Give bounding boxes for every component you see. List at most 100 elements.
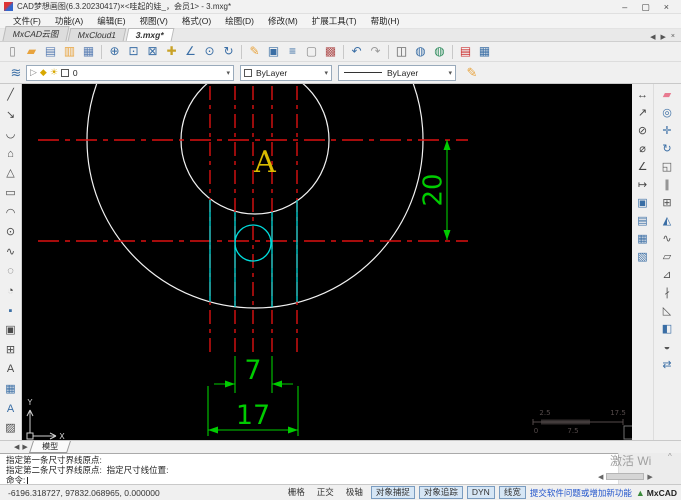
model-tab[interactable]: 模型 [28,441,71,453]
web-publish-icon[interactable]: ◍ [430,43,449,60]
draw-pencil-icon[interactable]: ✎ [245,43,264,60]
revolve-icon[interactable]: ◒ [664,338,671,356]
draw-point-icon[interactable]: ▪ [9,302,13,322]
drawing-canvas[interactable]: A 20 7 17 Y X 2.5 17.5 0 7.5 [22,0,638,441]
palette-icon[interactable]: ▩ [321,43,340,60]
expand-caret-icon[interactable]: ^ [668,452,672,461]
draw-hatch-icon[interactable]: ▨ [5,419,15,439]
dim-quick-icon[interactable]: ↦ [638,176,647,194]
toggle-grid[interactable]: 栅格 [284,487,309,498]
draw-insert-block-icon[interactable]: ⊞ [6,341,15,361]
redo-icon[interactable]: ↷ [366,43,385,60]
draw-line-icon[interactable]: ╱ [7,86,14,106]
menu-item[interactable]: 格式(O) [175,15,218,27]
menu-item[interactable]: 扩展工具(T) [305,15,364,27]
draw-ellipse-arc-icon[interactable]: ◔ [7,282,14,302]
offset-icon[interactable]: ∥ [664,176,670,194]
spline-edit-icon[interactable]: ∿ [662,230,671,248]
draw-ellipse-icon[interactable]: ◌ [7,262,14,282]
toggle-ortho[interactable]: 正交 [313,487,338,498]
layers-icon[interactable]: ≋ [6,64,26,82]
draw-image-icon[interactable]: ▦ [5,380,15,400]
zoom-scale-icon[interactable]: ⊠ [143,43,162,60]
tab-3mxg[interactable]: 3.mxg* [125,28,174,41]
dim-style-icon[interactable]: ▧ [637,248,647,266]
draw-mtext-icon[interactable]: A [7,400,14,420]
toggle-lineweight[interactable]: 线宽 [498,486,526,499]
draw-circle-icon[interactable]: ⊙ [6,223,15,243]
pan-icon[interactable]: ✚ [162,43,181,60]
maximize-button[interactable]: ▢ [641,1,650,13]
save-as-icon[interactable]: ▦ [79,43,98,60]
zoom-object-icon[interactable]: ⊙ [200,43,219,60]
dim-update-icon[interactable]: ▦ [637,230,647,248]
menu-item[interactable]: 修改(M) [261,15,305,27]
zoom-in-icon[interactable]: ⊕ [105,43,124,60]
tab-mxcloud1[interactable]: MxCloud1 [67,28,127,41]
copy-icon[interactable]: ◎ [662,104,672,122]
web-icon[interactable]: ◍ [411,43,430,60]
layer-select[interactable]: ▷ ◆ ☀ 0 ▾ [26,64,234,81]
draw-block-icon[interactable]: ▣ [5,321,15,341]
join-icon[interactable]: ⇄ [662,356,671,374]
move-icon[interactable]: ✛ [662,122,671,140]
tab-close-icon[interactable]: × [671,33,675,41]
linetype-select[interactable]: ByLayer ▾ [338,64,456,81]
dim-angular-icon[interactable]: ∠ [638,158,648,176]
feedback-link[interactable]: 提交软件问题或增加新功能 [530,487,632,499]
open-file-icon[interactable]: ▰ [22,43,41,60]
toggle-otrack[interactable]: 对象追踪 [418,486,463,499]
dim-diameter-icon[interactable]: ⌀ [639,140,646,158]
undo-icon[interactable]: ↶ [347,43,366,60]
command-window[interactable]: 指定第一条尺寸界线原点: 指定第二条尺寸界线原点: 指定尺寸线位置: 命令: [0,453,681,485]
command-scrollbar[interactable]: ◀ ▶ [598,472,678,481]
tab-prev-icon[interactable]: ◀ [650,33,655,41]
dim-edit-icon[interactable]: ▣ [637,194,647,212]
dim-radius-icon[interactable]: ⊘ [638,122,647,140]
layout-next-icon[interactable]: ▶ [22,443,27,451]
ucs-icon[interactable]: ∠ [181,43,200,60]
save-icon[interactable]: ▤ [41,43,60,60]
draw-text-icon[interactable]: A [7,360,14,380]
dim-text-edit-icon[interactable]: ▤ [637,212,647,230]
draw-xline-icon[interactable]: ↘ [6,106,15,126]
dim-linear-icon[interactable]: ↔ [637,86,648,104]
toggle-dyn[interactable]: DYN [466,486,495,499]
text-style-icon[interactable]: ▢ [302,43,321,60]
close-button[interactable]: × [664,1,669,13]
scroll-right-icon[interactable]: ▶ [647,473,652,481]
toggle-polar[interactable]: 极轴 [342,487,367,498]
scroll-left-icon[interactable]: ◀ [598,473,603,481]
menu-item[interactable]: 帮助(H) [364,15,407,27]
minimize-button[interactable]: – [622,1,627,13]
box-3d-icon[interactable]: ◧ [662,320,672,338]
scale-icon[interactable]: ◱ [662,158,672,176]
erase-icon[interactable]: ▰ [663,86,671,104]
array-icon[interactable]: ⊞ [662,194,671,212]
draw-arc-icon[interactable]: ◠ [6,204,16,224]
draw-polygon2-icon[interactable]: △ [6,164,14,184]
draw-polygon-icon[interactable]: ⌂ [7,145,14,165]
orbit-icon[interactable]: ↻ [219,43,238,60]
new-file-icon[interactable]: ▯ [3,43,22,60]
tab-mxcad-cloud[interactable]: MxCAD云图 [2,26,70,41]
break-icon[interactable]: ∤ [664,284,670,302]
draworder-pencil-icon[interactable]: ✎ [462,64,482,82]
trim-icon[interactable]: ▱ [663,248,671,266]
layer-manager-icon[interactable]: ≡ [283,43,302,60]
tab-next-icon[interactable]: ▶ [661,33,666,41]
open-folder-icon[interactable]: ▥ [60,43,79,60]
draw-rectangle-icon[interactable]: ▭ [5,184,15,204]
draw-spline-icon[interactable]: ∿ [6,243,15,263]
chamfer-icon[interactable]: ◺ [663,302,671,320]
zoom-extents-icon[interactable]: ⊡ [124,43,143,60]
color-select[interactable]: ByLayer ▾ [240,64,332,81]
rotate-icon[interactable]: ↻ [662,140,671,158]
image-export-icon[interactable]: ▦ [475,43,494,60]
toggle-osnap[interactable]: 对象捕捉 [370,486,415,499]
mirror-icon[interactable]: ◭ [663,212,671,230]
extend-icon[interactable]: ⊿ [662,266,671,284]
pdf-export-icon[interactable]: ▤ [456,43,475,60]
properties-icon[interactable]: ▣ [264,43,283,60]
menu-item[interactable]: 绘图(D) [218,15,261,27]
